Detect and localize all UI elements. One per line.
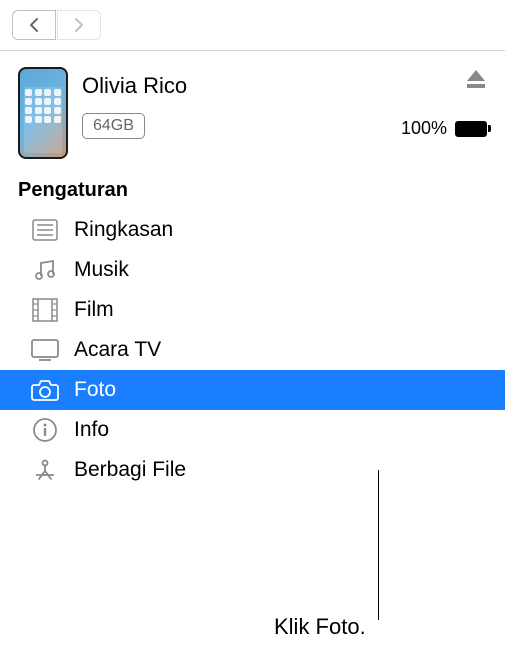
sidebar-item-foto[interactable]: Foto xyxy=(0,370,505,410)
eject-icon xyxy=(465,69,487,89)
eject-button[interactable] xyxy=(465,69,487,94)
sidebar-item-ringkasan[interactable]: Ringkasan xyxy=(0,210,505,250)
battery-percent: 100% xyxy=(401,118,447,139)
section-title: Pengaturan xyxy=(0,173,505,208)
chevron-right-icon xyxy=(73,17,85,33)
battery-icon xyxy=(455,121,487,137)
chevron-left-icon xyxy=(28,17,40,33)
device-name: Olivia Rico xyxy=(82,73,387,99)
nav-forward-button[interactable] xyxy=(57,10,101,40)
sidebar-item-film[interactable]: Film xyxy=(0,290,505,330)
camera-icon xyxy=(30,377,60,403)
tv-icon xyxy=(30,337,60,363)
sidebar-item-label: Musik xyxy=(74,258,129,282)
storage-badge: 64GB xyxy=(82,113,145,139)
summary-icon xyxy=(30,217,60,243)
film-icon xyxy=(30,297,60,323)
sidebar-item-label: Berbagi File xyxy=(74,458,186,482)
sidebar-item-musik[interactable]: Musik xyxy=(0,250,505,290)
device-header: Olivia Rico 64GB 100% xyxy=(0,51,505,173)
sidebar-item-label: Foto xyxy=(74,378,116,402)
nav-back-button[interactable] xyxy=(12,10,56,40)
apps-icon xyxy=(30,457,60,483)
sidebar-item-label: Acara TV xyxy=(74,338,161,362)
battery-status: 100% xyxy=(401,118,487,139)
device-info: Olivia Rico 64GB xyxy=(82,67,387,139)
sidebar-item-label: Info xyxy=(74,418,109,442)
music-icon xyxy=(30,257,60,283)
sidebar: Ringkasan Musik Film Acara TV Foto Info xyxy=(0,208,505,490)
sidebar-item-label: Film xyxy=(74,298,114,322)
info-icon xyxy=(30,417,60,443)
callout-line xyxy=(378,470,379,620)
callout-text: Klik Foto. xyxy=(274,614,366,640)
sidebar-item-info[interactable]: Info xyxy=(0,410,505,450)
device-thumbnail xyxy=(18,67,68,159)
device-right-controls: 100% xyxy=(401,67,487,139)
toolbar xyxy=(0,0,505,51)
sidebar-item-acara-tv[interactable]: Acara TV xyxy=(0,330,505,370)
sidebar-item-label: Ringkasan xyxy=(74,218,173,242)
sidebar-item-berbagi-file[interactable]: Berbagi File xyxy=(0,450,505,490)
